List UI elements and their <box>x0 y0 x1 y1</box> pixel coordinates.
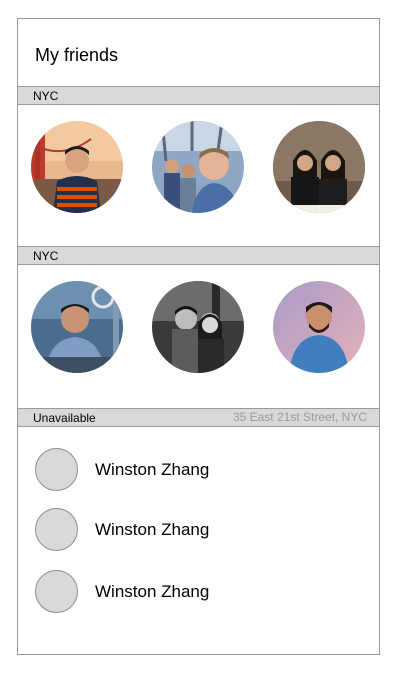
friend-photo-man-blue-tee-icon <box>273 281 365 373</box>
friend-avatar-couple-bw[interactable] <box>152 281 244 373</box>
section-header-unavailable: Unavailable 35 East 21st Street, NYC <box>18 408 379 427</box>
friend-name: Winston Zhang <box>95 460 210 479</box>
friend-photo-man-blue-shirt-icon <box>31 281 123 373</box>
avatar-placeholder-icon <box>35 448 78 491</box>
friend-avatar-golden-gate[interactable] <box>31 121 123 213</box>
friend-avatar-two-women[interactable] <box>273 121 365 213</box>
friend-photo-golden-gate-icon <box>31 121 123 213</box>
section-header-nyc-2: NYC <box>18 246 379 265</box>
friend-avatar-selfie[interactable] <box>152 121 244 213</box>
list-item[interactable]: Winston Zhang <box>18 567 379 617</box>
page-title: My friends <box>35 45 119 65</box>
section-location: 35 East 21st Street, NYC <box>232 410 367 424</box>
friends-panel: My friends NYC NYC Unavailable 35 East 2… <box>17 18 380 655</box>
section-label: NYC <box>33 249 59 263</box>
friend-avatar-man-blue-tee[interactable] <box>273 281 365 373</box>
avatar-placeholder-icon <box>35 570 78 613</box>
list-item[interactable]: Winston Zhang <box>18 505 379 555</box>
friend-photo-selfie-icon <box>152 121 244 213</box>
friend-photo-row-2 <box>18 265 379 406</box>
friend-photo-couple-bw-icon <box>152 281 244 373</box>
list-item[interactable]: Winston Zhang <box>18 445 379 495</box>
friend-avatar-man-blue-shirt[interactable] <box>31 281 123 373</box>
header: My friends <box>18 19 379 86</box>
section-label: Unavailable <box>33 411 96 425</box>
section-header-nyc-1: NYC <box>18 86 379 105</box>
avatar-placeholder-icon <box>35 508 78 551</box>
friend-photo-two-women-icon <box>273 121 365 213</box>
friend-name: Winston Zhang <box>95 582 210 601</box>
friend-photo-row-1 <box>18 105 379 246</box>
friend-name: Winston Zhang <box>95 520 210 539</box>
section-label: NYC <box>33 89 59 103</box>
